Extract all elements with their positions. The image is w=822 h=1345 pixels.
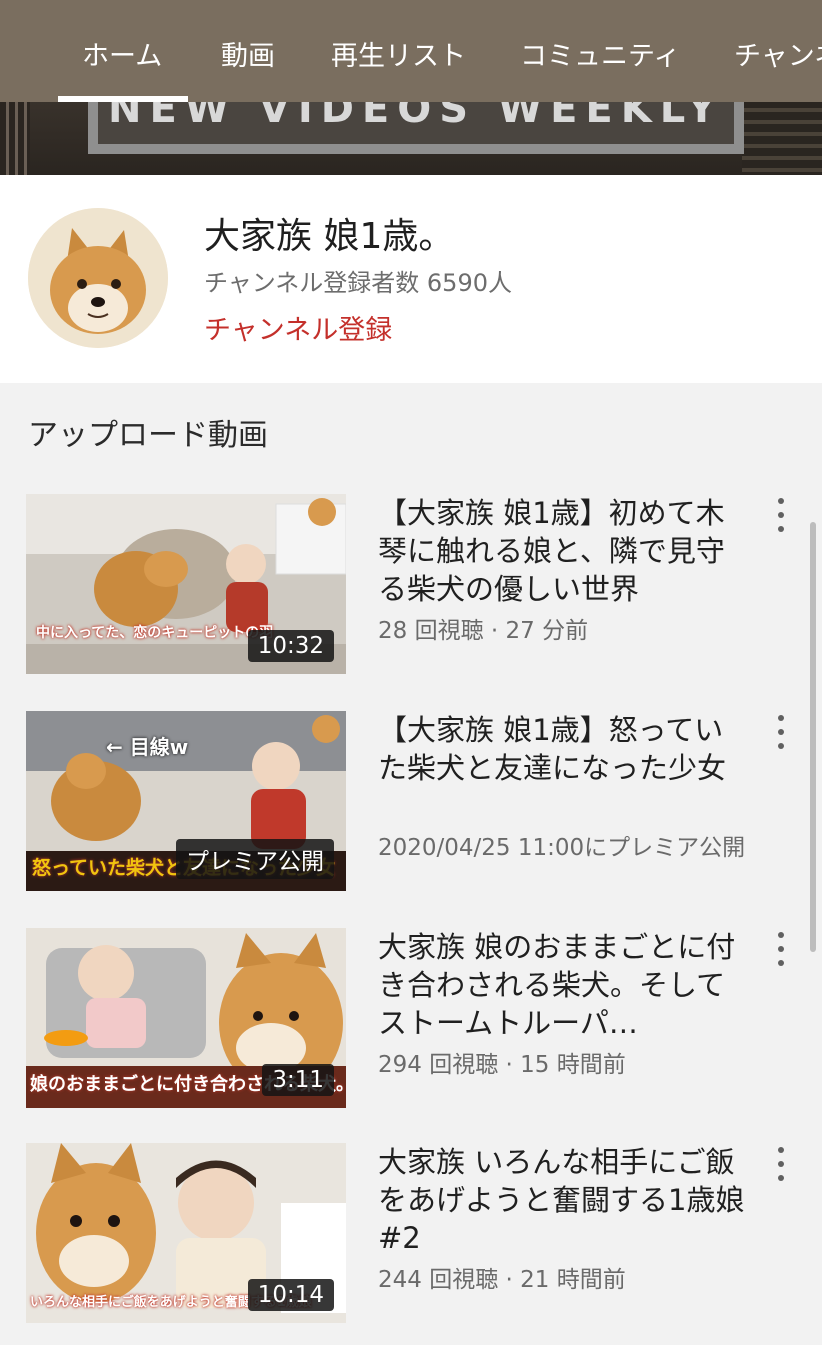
tab-home[interactable]: ホーム: [82, 36, 162, 78]
video-title[interactable]: 大家族 娘のおままごとに付き合わされる柴犬。そしてストームトルーパ…: [378, 928, 748, 1042]
youtube-channel-page: NEW VIDEOS WEEKLY ホーム 動画 再生リスト コミュニティ チャ…: [0, 0, 822, 1345]
shiba-avatar-icon: [28, 208, 168, 348]
video-thumbnail[interactable]: いろんな相手にご飯をあげようと奮闘する1歳娘 10:14: [26, 1143, 346, 1323]
banner-decoration-right: [742, 100, 822, 175]
channel-tabs: ホーム 動画 再生リスト コミュニティ チャンネ: [0, 0, 822, 102]
section-title: アップロード動画: [28, 418, 268, 453]
premiere-badge: プレミア公開: [176, 839, 334, 879]
video-duration: 10:14: [247, 1279, 334, 1311]
video-item[interactable]: 娘のおままごとに付き合わされる柴犬。 3:11 大家族 娘のおままごとに付き合わ…: [0, 928, 822, 1113]
banner-decoration-left: [0, 100, 30, 175]
more-options-icon[interactable]: [770, 498, 792, 532]
tab-playlists[interactable]: 再生リスト: [331, 36, 466, 78]
tab-videos[interactable]: 動画: [221, 36, 275, 78]
channel-avatar[interactable]: [28, 208, 168, 348]
more-options-icon[interactable]: [770, 1147, 792, 1181]
active-tab-indicator: [58, 96, 188, 102]
more-options-icon[interactable]: [770, 932, 792, 966]
video-duration: 3:11: [262, 1064, 334, 1096]
video-title[interactable]: 大家族 いろんな相手にご飯をあげようと奮闘する1歳娘 #2: [378, 1143, 748, 1257]
channel-header: 大家族 娘1歳。 チャンネル登録者数 6590人 チャンネル登録: [0, 175, 822, 383]
video-thumbnail[interactable]: 中に入ってた、恋のキューピットの羽 10:32: [26, 494, 346, 674]
video-meta: 2020/04/25 11:00にプレミア公開: [378, 835, 746, 861]
tab-channels[interactable]: チャンネ: [734, 36, 822, 78]
video-duration: 10:32: [247, 630, 334, 662]
thumbnail-caption: 中に入ってた、恋のキューピットの羽: [36, 625, 274, 641]
video-title[interactable]: 【大家族 娘1歳】初めて木琴に触れる娘と、隣で見守る柴犬の優しい世界: [378, 494, 748, 608]
video-meta: 294 回視聴 · 15 時間前: [378, 1052, 626, 1078]
video-thumbnail[interactable]: 娘のおままごとに付き合わされる柴犬。 3:11: [26, 928, 346, 1108]
scrollbar[interactable]: [810, 522, 816, 952]
video-thumbnail[interactable]: ← 目線w 怒っていた柴犬と友達になった少女 プレミア公開: [26, 711, 346, 891]
video-title[interactable]: 【大家族 娘1歳】怒っていた柴犬と友達になった少女: [378, 711, 748, 787]
video-meta: 244 回視聴 · 21 時間前: [378, 1267, 626, 1293]
video-meta: 28 回視聴 · 27 分前: [378, 618, 589, 644]
tab-community[interactable]: コミュニティ: [520, 36, 680, 78]
channel-name: 大家族 娘1歳。: [204, 216, 455, 257]
more-options-icon[interactable]: [770, 715, 792, 749]
thumbnail-overlay-text: ← 目線w: [106, 735, 189, 759]
video-item[interactable]: ← 目線w 怒っていた柴犬と友達になった少女 プレミア公開 【大家族 娘1歳】怒…: [0, 711, 822, 896]
video-item[interactable]: いろんな相手にご飯をあげようと奮闘する1歳娘 10:14 大家族 いろんな相手に…: [0, 1143, 822, 1328]
video-item[interactable]: 中に入ってた、恋のキューピットの羽 10:32 【大家族 娘1歳】初めて木琴に触…: [0, 494, 822, 679]
subscribe-button[interactable]: チャンネル登録: [204, 308, 392, 347]
subscriber-count: チャンネル登録者数 6590人: [204, 269, 512, 297]
